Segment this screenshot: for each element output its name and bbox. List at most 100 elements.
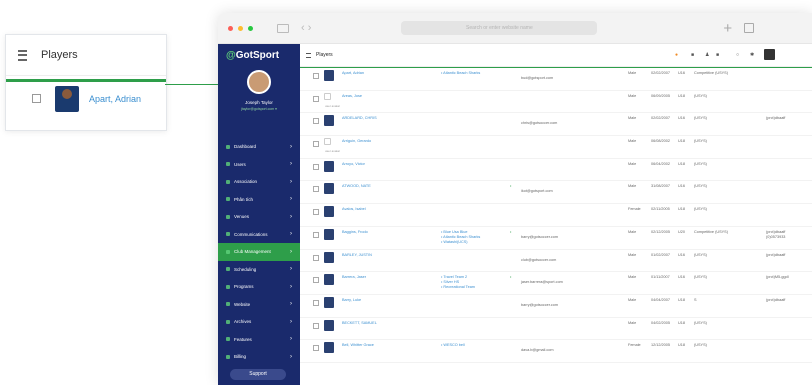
zoom-header: Players <box>6 35 166 76</box>
row-checkbox[interactable] <box>313 254 319 261</box>
notification-icon[interactable]: ● <box>675 52 678 58</box>
player-avatar <box>324 206 334 218</box>
table-row[interactable]: Bell, Whitter Grace • WESCO bell dava.b@gm… <box>300 340 812 363</box>
row-checkbox[interactable] <box>32 94 41 103</box>
sidebar-item-users[interactable]: Users › <box>218 156 300 174</box>
table-row[interactable]: ATWOOD, NATE • ikot@gotsport.com Male 31/08/… <box>300 181 812 205</box>
chevron-right-icon: › <box>290 143 292 150</box>
sidebar-item-association[interactable]: Association › <box>218 173 300 191</box>
player-name-link[interactable]: Bell, Whitter Grace <box>342 343 374 347</box>
row-checkbox[interactable] <box>313 209 319 216</box>
player-name-link[interactable]: ATWOOD, NATE <box>342 184 371 188</box>
sidebar-item-features[interactable]: Features › <box>218 331 300 349</box>
menu-icon[interactable] <box>18 49 27 61</box>
search-icon[interactable]: ○ <box>736 52 739 58</box>
sidebar-item-venues[interactable]: Venues › <box>218 208 300 226</box>
user-icon[interactable]: ♟ <box>705 52 709 58</box>
player-age-group: U16 <box>678 275 685 280</box>
chevron-right-icon: › <box>290 353 292 360</box>
player-email: chris@gotsoccer.com <box>521 121 558 126</box>
row-checkbox[interactable] <box>313 231 319 238</box>
user-email[interactable]: jtaylor@gotsport.com ▾ <box>218 107 300 111</box>
player-name-link[interactable]: Arroyo, Victor <box>342 162 365 166</box>
player-level: (USYS) <box>694 184 707 189</box>
player-age-group: U16 <box>678 71 685 75</box>
table-row[interactable]: user avatar Arriguin, Gerardo Male 06/08/20… <box>300 136 812 159</box>
sidebar-item-communications[interactable]: Communications › <box>218 226 300 244</box>
table-row[interactable]: Barrera, Jaser • Travel Team 2 • Silver H… <box>300 272 812 295</box>
row-checkbox[interactable] <box>313 141 319 148</box>
grid-icon[interactable]: ■ <box>691 52 694 58</box>
gotsport-logo[interactable]: @ GotSport <box>218 44 300 66</box>
row-checkbox[interactable] <box>313 299 319 306</box>
sidebar-item-programs[interactable]: Programs › <box>218 278 300 296</box>
row-checkbox[interactable] <box>313 322 319 329</box>
close-window-button[interactable] <box>228 25 233 31</box>
user-name: Joseph Taylor <box>245 100 273 105</box>
minimize-window-button[interactable] <box>238 25 243 31</box>
player-name-link[interactable]: Arriguin, Gerardo <box>342 139 371 143</box>
player-name-link[interactable]: Apart, Adrian <box>342 71 364 75</box>
table-row[interactable]: Apart, Adrian • Atlantic Beach Sharks bud@… <box>300 67 812 91</box>
menu-icon[interactable] <box>306 52 311 58</box>
player-teams[interactable]: • WESCO bell <box>441 343 465 348</box>
new-tab-button[interactable]: + <box>723 20 732 37</box>
player-name-link[interactable]: Apart, Adrian <box>89 94 141 104</box>
sidebar-item-ph-n-t-ch[interactable]: Phân tích › <box>218 191 300 209</box>
player-name-link[interactable]: ARDELARD, CHRIS <box>342 116 377 120</box>
player-teams[interactable]: • Atlantic Beach Sharks <box>441 71 480 76</box>
player-name-link[interactable]: Areas, Jose <box>342 94 362 98</box>
row-checkbox[interactable] <box>313 95 319 102</box>
table-row[interactable]: user avatar Areas, Jose Male 06/09/2005 U18 (… <box>300 91 812 114</box>
player-name-link[interactable]: BARLEY, JUSTIN <box>342 253 372 257</box>
player-dob: 02/02/2007 <box>651 116 671 121</box>
row-checkbox[interactable] <box>313 186 319 193</box>
zoom-row[interactable]: Apart, Adrian <box>6 79 166 115</box>
back-forward-icons[interactable]: ‹ › <box>301 22 311 34</box>
player-age-group: U16 <box>678 116 685 121</box>
sidebar-item-label: Venues <box>234 214 250 220</box>
maximize-window-button[interactable] <box>248 25 253 31</box>
support-button[interactable]: Support <box>230 369 286 380</box>
player-avatar <box>324 251 334 263</box>
sidebar-item-label: Programs <box>234 284 254 290</box>
sidebar-item-scheduling[interactable]: Scheduling › <box>218 261 300 279</box>
row-checkbox[interactable] <box>313 118 319 125</box>
sidebar-item-dashboard[interactable]: Dashboard › <box>218 138 300 156</box>
player-teams[interactable]: • Travel Team 2 • Silver HS • Recreation… <box>441 275 475 290</box>
row-checkbox[interactable] <box>313 277 319 284</box>
sidebar-item-website[interactable]: Website › <box>218 296 300 314</box>
avatar[interactable] <box>764 49 775 60</box>
sidebar-item-billing[interactable]: Billing › <box>218 348 300 366</box>
player-age-group: U16 <box>678 184 685 189</box>
player-name-link[interactable]: Barry, Luke <box>342 298 361 302</box>
menu-item-icon <box>226 144 230 149</box>
table-row[interactable]: Arroyo, Victor Male 06/04/2002 U18 (USYS) <box>300 159 812 182</box>
table-row[interactable]: Baggins, Frodo • Blue Usa Blue • Atlantic… <box>300 227 812 250</box>
settings-icon[interactable]: ✱ <box>750 52 754 58</box>
row-checkbox[interactable] <box>313 163 319 170</box>
sidebar-toggle-icon[interactable] <box>277 23 289 33</box>
player-email: ikot@gotsport.com <box>521 189 553 194</box>
player-name-link[interactable]: Avalos, Isabel <box>342 207 366 211</box>
row-checkbox[interactable] <box>313 345 319 352</box>
user-profile[interactable]: Joseph Taylor jtaylor@gotsport.com ▾ <box>218 66 300 126</box>
table-row[interactable]: ARDELARD, CHRIS chris@gotsoccer.com Male 02… <box>300 113 812 137</box>
player-level: (USYS) <box>694 275 707 280</box>
table-row[interactable]: Barry, Luke barry@gotsoccer.com Male 04/04/… <box>300 295 812 318</box>
player-name-link[interactable]: Barrera, Jaser <box>342 275 366 279</box>
tabs-overview-icon[interactable] <box>744 23 755 33</box>
table-row[interactable]: Avalos, Isabel Female 02/11/2005 U18 (USYS) <box>300 204 812 227</box>
player-age-group: U18 <box>678 93 685 98</box>
address-bar[interactable]: Search or enter website name <box>401 21 598 35</box>
messages-icon[interactable]: ■ <box>716 52 719 58</box>
sidebar-item-club-management[interactable]: Club Management › <box>218 243 300 261</box>
status-dot: • <box>510 184 512 189</box>
table-row[interactable]: BECKETT, SAMUEL Male 04/02/2005 U18 (USYS) <box>300 318 812 341</box>
player-name-link[interactable]: Baggins, Frodo <box>342 230 368 234</box>
table-row[interactable]: BARLEY, JUSTIN club@gotsoccer.com Male 01/0… <box>300 250 812 273</box>
row-checkbox[interactable] <box>313 73 319 79</box>
player-teams[interactable]: • Blue Usa Blue • Atlantic Beach Sharks … <box>441 230 480 245</box>
sidebar-item-archives[interactable]: Archives › <box>218 313 300 331</box>
player-name-link[interactable]: BECKETT, SAMUEL <box>342 321 377 325</box>
